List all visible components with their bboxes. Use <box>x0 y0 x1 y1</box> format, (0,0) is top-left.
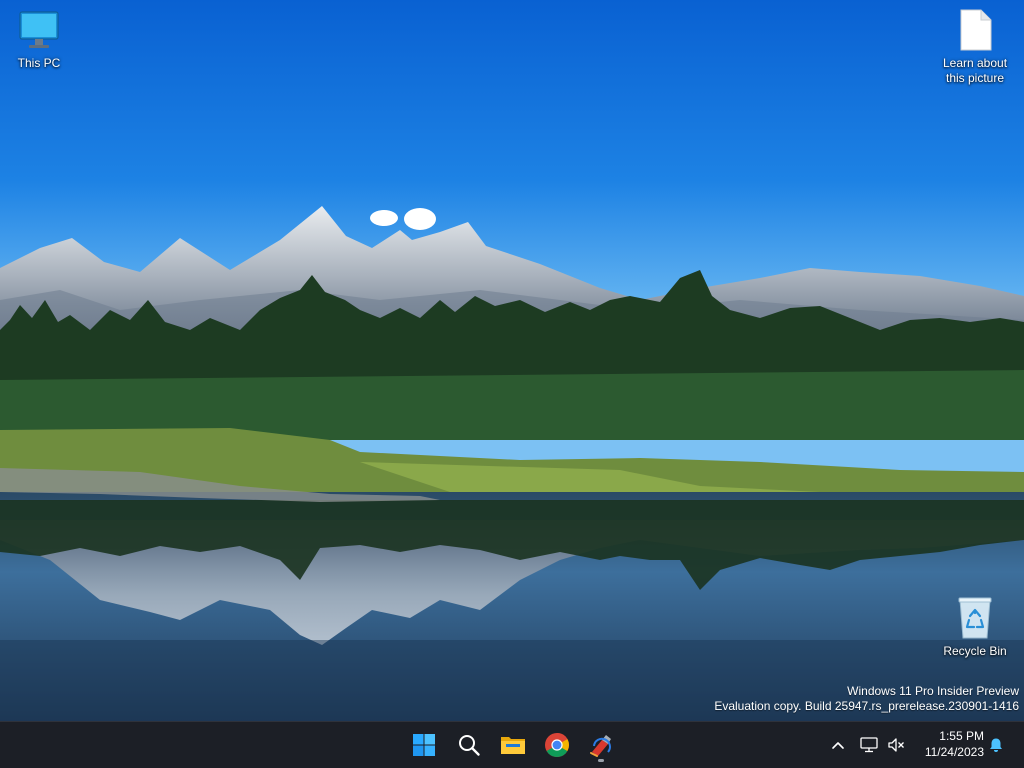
search-button[interactable] <box>451 727 487 763</box>
notifications-button[interactable] <box>984 731 1008 759</box>
volume-button[interactable] <box>885 731 907 759</box>
chevron-up-icon <box>832 742 844 749</box>
start-button[interactable] <box>406 727 442 763</box>
document-icon <box>951 6 999 54</box>
taskbar: 1:55 PM 11/24/2023 <box>0 721 1024 768</box>
recycle-bin-icon <box>951 594 999 642</box>
clock-time: 1:55 PM <box>939 729 984 743</box>
chrome-button[interactable] <box>539 727 575 763</box>
desktop-icon-learn-about-picture[interactable]: Learn about this picture <box>936 6 1014 86</box>
desktop[interactable]: This PC Learn about this picture Recycle… <box>0 0 1024 721</box>
watermark-line-edition: Windows 11 Pro Insider Preview <box>847 684 1019 698</box>
desktop-icon-label: Recycle Bin <box>943 644 1007 658</box>
search-icon <box>459 735 480 756</box>
wallpaper-landscape <box>0 0 1024 721</box>
volume-muted-icon <box>888 738 904 752</box>
notification-bell-icon <box>990 738 1002 752</box>
running-indicator <box>598 759 604 762</box>
chrome-icon <box>545 733 569 757</box>
watermark-line-build: Evaluation copy. Build 25947.rs_prerelea… <box>714 699 1019 713</box>
file-explorer-icon <box>501 737 525 754</box>
desktop-icon-this-pc[interactable]: This PC <box>0 6 78 71</box>
network-icon <box>860 737 878 753</box>
ccleaner-icon <box>590 735 611 757</box>
show-hidden-icons-button[interactable] <box>827 731 849 759</box>
clock-date: 11/24/2023 <box>924 745 984 759</box>
desktop-icon-recycle-bin[interactable]: Recycle Bin <box>936 594 1014 659</box>
windows-start-icon <box>413 734 435 756</box>
network-button[interactable] <box>858 731 880 759</box>
desktop-icon-label: This PC <box>17 56 61 70</box>
ccleaner-button[interactable] <box>583 727 619 763</box>
file-explorer-button[interactable] <box>495 727 531 763</box>
monitor-icon <box>15 6 63 54</box>
evaluation-watermark: Windows 11 Pro Insider Preview Evaluatio… <box>714 684 1019 714</box>
clock-button[interactable]: 1:55 PM 11/24/2023 <box>914 728 984 760</box>
desktop-icon-label: Learn about this picture <box>942 56 1008 85</box>
